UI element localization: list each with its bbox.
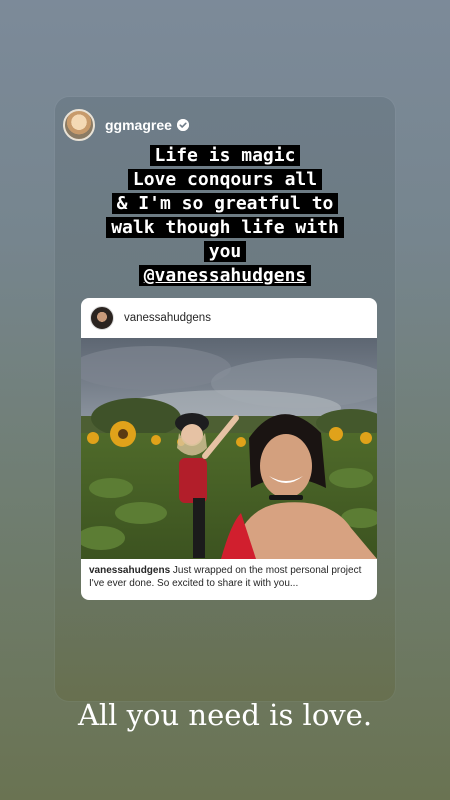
caption-line: walk though life with <box>0 216 450 240</box>
reshare-header[interactable]: ggmagree <box>63 108 189 142</box>
reshared-by-username[interactable]: ggmagree <box>105 117 172 133</box>
caption-line: & I'm so greatful to <box>0 192 450 216</box>
post-author-avatar[interactable] <box>90 306 114 330</box>
caption-line: Love conqours all <box>0 168 450 192</box>
post-author-username[interactable]: vanessahudgens <box>124 312 211 324</box>
post-photo[interactable] <box>81 338 377 559</box>
story-text-overlay: All you need is love. <box>77 698 373 732</box>
shared-post-card[interactable]: vanessahudgens vanessahudgens Just wrapp… <box>81 298 377 600</box>
post-header[interactable]: vanessahudgens <box>81 298 377 338</box>
reshared-by-avatar[interactable] <box>63 109 95 141</box>
caption-line: you <box>0 240 450 264</box>
verified-icon <box>176 119 189 131</box>
mention-link[interactable]: @vanessahudgens <box>0 264 450 288</box>
story-caption: Life is magic Love conqours all & I'm so… <box>0 144 450 288</box>
caption-username[interactable]: vanessahudgens <box>89 565 170 576</box>
caption-line: Life is magic <box>0 144 450 168</box>
post-caption: vanessahudgens Just wrapped on the most … <box>89 564 371 590</box>
